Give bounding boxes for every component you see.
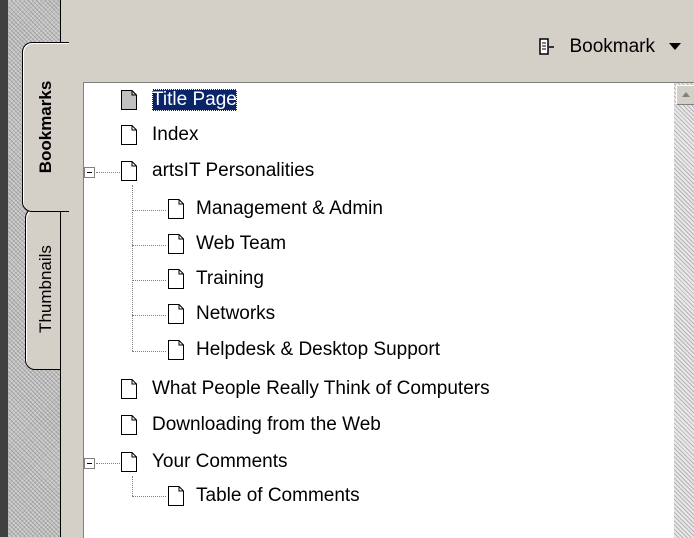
- page-icon: [168, 486, 184, 506]
- page-icon: [121, 161, 137, 181]
- tree-connector: [132, 280, 166, 281]
- bookmark-management-admin[interactable]: Management & Admin: [196, 198, 383, 220]
- tree-connector: [132, 476, 133, 496]
- page-icon: [168, 269, 184, 289]
- tree-connector: [132, 496, 166, 497]
- tree-connector: [132, 210, 166, 211]
- page-icon: [121, 125, 137, 145]
- bookmark-artsit-personalities[interactable]: artsIT Personalities: [152, 160, 314, 182]
- page-icon: [168, 340, 184, 360]
- page-icon: [121, 90, 137, 110]
- page-icon: [168, 199, 184, 219]
- bookmark-helpdesk-desktop-support[interactable]: Helpdesk & Desktop Support: [196, 339, 440, 361]
- tree-connector: [96, 463, 120, 464]
- bookmark-index[interactable]: Index: [152, 124, 198, 146]
- bookmark-menu-label: Bookmark: [569, 36, 655, 57]
- scroll-up-button[interactable]: [676, 85, 694, 105]
- page-icon: [168, 304, 184, 324]
- bookmark-networks[interactable]: Networks: [196, 303, 275, 325]
- page-icon: [121, 452, 137, 472]
- tree-connector: [132, 351, 166, 352]
- navigation-tab-strip: Bookmarks Thumbnails: [8, 0, 69, 537]
- tab-bookmarks-label: Bookmarks: [36, 80, 55, 174]
- bookmark-downloading-from-web[interactable]: Downloading from the Web: [152, 414, 381, 436]
- bookmark-what-people-think[interactable]: What People Really Think of Computers: [152, 378, 490, 400]
- vertical-scrollbar[interactable]: [674, 83, 694, 538]
- window-edge: [0, 0, 8, 537]
- bookmark-training[interactable]: Training: [196, 268, 264, 290]
- page-icon: [121, 415, 137, 435]
- bookmarks-panel: Bookmark Title Page Index artsIT Persona…: [60, 0, 694, 538]
- tree-connector: [132, 315, 166, 316]
- bookmark-tree[interactable]: Title Page Index artsIT Personalities Ma…: [83, 82, 694, 538]
- collapse-toggle-your-comments[interactable]: [84, 458, 95, 469]
- collapse-toggle-artsit-personalities[interactable]: [84, 167, 95, 178]
- bookmark-your-comments[interactable]: Your Comments: [152, 451, 288, 473]
- tree-connector: [96, 172, 120, 173]
- tab-thumbnails-label: Thumbnails: [36, 245, 55, 333]
- tree-connector: [132, 245, 166, 246]
- bookmark-web-team[interactable]: Web Team: [196, 233, 286, 255]
- scroll-up-arrow-icon: [682, 92, 690, 97]
- bookmark-menu-button[interactable]: Bookmark: [539, 34, 681, 60]
- page-icon: [121, 379, 137, 399]
- bookmark-table-of-comments[interactable]: Table of Comments: [196, 485, 360, 507]
- tab-bookmarks[interactable]: Bookmarks: [22, 42, 69, 212]
- dropdown-arrow-icon: [669, 43, 681, 50]
- page-icon: [168, 234, 184, 254]
- panel-header: Bookmark: [61, 0, 694, 82]
- bookmark-title-page[interactable]: Title Page: [152, 89, 237, 111]
- bookmark-options-icon: [539, 38, 555, 55]
